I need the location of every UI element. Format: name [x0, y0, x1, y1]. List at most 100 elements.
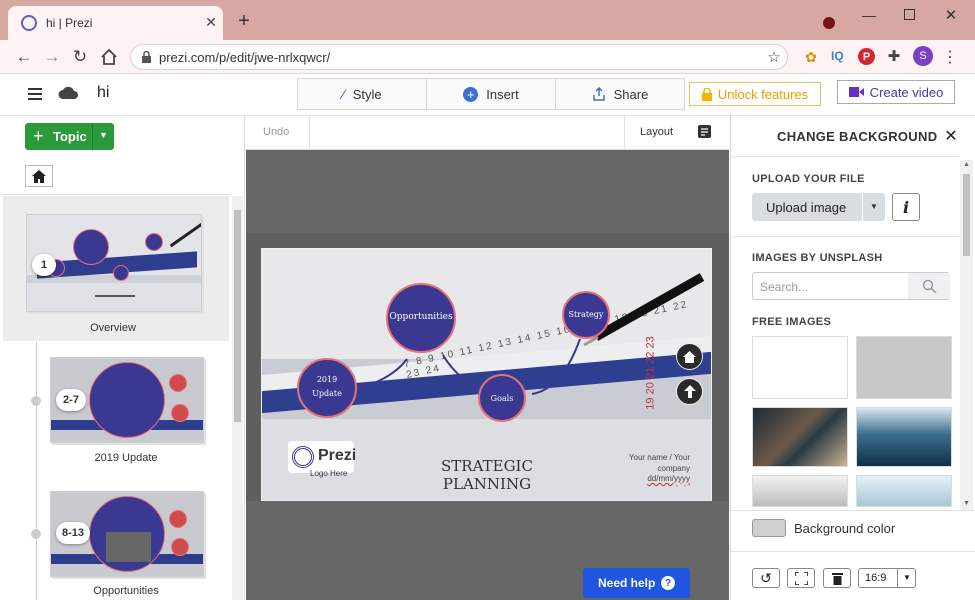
topic-sidebar: + Topic ▼ 1 Overview 2-7 2019 Update 8-1…: [3, 116, 245, 600]
need-help-label: Need help: [598, 576, 656, 590]
background-color-swatch[interactable]: [752, 519, 786, 537]
reload-icon[interactable]: ↻: [70, 47, 90, 67]
update-text: 2019 Update: [312, 375, 342, 398]
extension-iq-icon[interactable]: IQ: [831, 49, 844, 63]
maximize-icon[interactable]: [904, 9, 915, 20]
prezi-favicon-icon: [21, 15, 37, 31]
magic-wand-icon: ⁄: [342, 86, 345, 102]
free-image-gray[interactable]: [856, 336, 952, 399]
media-indicator-icon[interactable]: [823, 17, 835, 29]
home-overview-button[interactable]: [25, 165, 53, 187]
goals-text: Goals: [490, 394, 514, 403]
unsplash-search-input[interactable]: Search...: [752, 272, 950, 300]
slide-title: STRATEGIC PLANNING: [441, 457, 533, 493]
free-image-aerial[interactable]: [752, 407, 848, 467]
plus-icon: +: [33, 126, 44, 146]
strategy-text: Strategy: [568, 310, 604, 319]
search-placeholder: Search...: [760, 280, 809, 294]
step-back-button[interactable]: [676, 378, 703, 405]
editor-canvas[interactable]: 7 8 9 10 11 12 13 14 15 16 17 18 19 20 2…: [246, 150, 729, 600]
background-color-label: Background color: [794, 521, 896, 536]
extension-flower-icon[interactable]: ✿: [802, 48, 820, 66]
new-tab-icon[interactable]: +: [235, 10, 253, 32]
insert-button[interactable]: + Insert: [426, 78, 556, 110]
browser-tab[interactable]: hi | Prezi ✕: [8, 6, 223, 40]
aspect-ratio-select[interactable]: 16:9 ▼: [858, 568, 916, 588]
reset-icon: ↺: [760, 569, 772, 586]
back-icon[interactable]: ←: [14, 47, 34, 67]
fullscreen-icon: [794, 571, 808, 585]
create-video-label: Create video: [869, 84, 944, 100]
opportunities-text: Opportunities: [389, 312, 453, 322]
delete-button[interactable]: [823, 568, 851, 588]
home-icon[interactable]: [100, 48, 118, 66]
padlock-icon: [701, 87, 712, 101]
thumb-label-overview: Overview: [90, 322, 136, 334]
plus-circle-icon: +: [463, 86, 479, 102]
free-image-desk[interactable]: [752, 475, 848, 507]
style-button[interactable]: ⁄ Style: [297, 78, 427, 110]
reset-button[interactable]: ↺: [752, 568, 780, 588]
layout-button[interactable]: Layout: [640, 126, 673, 138]
slide-range-badge: 2-7: [56, 389, 86, 411]
video-camera-icon: [848, 87, 864, 97]
free-image-mountains[interactable]: [856, 475, 952, 507]
slide-name-line1: Your name / Your: [628, 453, 690, 462]
forward-icon[interactable]: →: [42, 47, 62, 67]
logo-subtext: Logo Here: [310, 469, 348, 478]
extensions-puzzle-icon[interactable]: ✚: [885, 47, 903, 65]
panel-close-icon[interactable]: ✕: [943, 127, 959, 145]
share-button[interactable]: Share: [555, 78, 685, 110]
minimize-icon[interactable]: —: [860, 6, 878, 24]
unlock-label: Unlock features: [717, 86, 809, 102]
topic-tree-line: [36, 342, 37, 600]
share-upload-icon: [592, 87, 605, 101]
lock-icon: [142, 51, 151, 63]
house-icon: [32, 169, 46, 183]
unlock-features-button[interactable]: Unlock features: [689, 82, 821, 106]
tab-close-icon[interactable]: ✕: [203, 13, 219, 31]
ratio-dropdown-icon: ▼: [903, 573, 911, 582]
free-image-white[interactable]: [752, 336, 848, 399]
free-image-ocean[interactable]: [856, 407, 952, 467]
canvas-toolbar: Undo Layout: [246, 116, 729, 150]
home-nav-button[interactable]: [676, 343, 703, 370]
logo-text: Prezi: [318, 447, 357, 464]
help-question-icon: ?: [661, 576, 675, 590]
thumb-label-opportunities: Opportunities: [93, 585, 159, 597]
profile-avatar[interactable]: S: [913, 46, 933, 66]
fullscreen-button[interactable]: [787, 568, 815, 588]
document-title[interactable]: hi: [97, 84, 109, 102]
add-topic-button[interactable]: + Topic ▼: [25, 123, 114, 150]
pinterest-icon[interactable]: P: [858, 48, 875, 65]
layout-panel-icon[interactable]: [698, 125, 711, 138]
info-icon[interactable]: i: [892, 193, 920, 221]
panel-scrollbar[interactable]: ▲ ▼: [960, 160, 973, 510]
topic-dropdown-icon[interactable]: ▼: [99, 130, 108, 140]
cloud-save-icon[interactable]: [58, 85, 78, 101]
hamburger-menu-icon[interactable]: [28, 88, 42, 100]
search-icon: [922, 279, 937, 294]
upload-heading: UPLOAD YOUR FILE: [752, 173, 865, 185]
upload-image-button[interactable]: Upload image ▼: [752, 193, 885, 221]
upload-image-label: Upload image: [766, 200, 847, 215]
window-close-icon[interactable]: ✕: [942, 6, 960, 24]
undo-button[interactable]: Undo: [263, 126, 289, 138]
need-help-button[interactable]: Need help ?: [583, 568, 690, 598]
address-bar[interactable]: prezi.com/p/edit/jwe-nrlxqwcr/ ☆: [130, 44, 788, 70]
sidebar-scrollbar[interactable]: [232, 196, 243, 600]
slide-preview[interactable]: 7 8 9 10 11 12 13 14 15 16 17 18 19 20 2…: [261, 248, 712, 501]
thumb-label-update: 2019 Update: [94, 452, 158, 464]
search-button[interactable]: [908, 273, 950, 299]
unsplash-heading: IMAGES BY UNSPLASH: [752, 252, 883, 264]
create-video-button[interactable]: Create video: [837, 80, 955, 104]
slide-name-line2: company: [657, 464, 690, 473]
upload-dropdown-icon[interactable]: ▼: [870, 202, 878, 211]
style-label: Style: [352, 86, 382, 102]
slide-date: dd/mm/yyyy: [647, 474, 690, 483]
bookmark-star-icon[interactable]: ☆: [765, 48, 783, 66]
browser-menu-icon[interactable]: ⋮: [942, 47, 958, 67]
free-images-heading: FREE IMAGES: [752, 316, 832, 328]
aspect-ratio-value: 16:9: [865, 572, 887, 584]
slide-range-badge-2: 8-13: [56, 522, 90, 544]
